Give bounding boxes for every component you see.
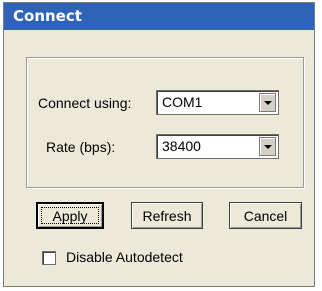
connect-using-select[interactable]: COM1	[156, 90, 279, 115]
rate-select[interactable]: 38400	[156, 134, 279, 159]
rate-value: 38400	[162, 138, 201, 154]
connection-settings-group	[26, 57, 304, 188]
chevron-down-icon[interactable]	[259, 93, 276, 112]
connect-using-value: COM1	[162, 94, 203, 110]
focus-rectangle	[41, 207, 99, 224]
disable-autodetect-checkbox[interactable]	[42, 251, 56, 265]
disable-autodetect-label[interactable]: Disable Autodetect	[66, 249, 183, 265]
rate-label: Rate (bps):	[46, 139, 116, 155]
cancel-button[interactable]: Cancel	[229, 202, 302, 229]
connect-using-label: Connect using:	[38, 95, 132, 111]
refresh-button[interactable]: Refresh	[131, 202, 203, 229]
chevron-down-icon[interactable]	[259, 137, 276, 156]
connect-dialog: Connect Connect using: COM1 Rate (bps): …	[3, 2, 315, 287]
dialog-title: Connect	[4, 3, 314, 30]
apply-button[interactable]: Apply	[36, 202, 104, 229]
